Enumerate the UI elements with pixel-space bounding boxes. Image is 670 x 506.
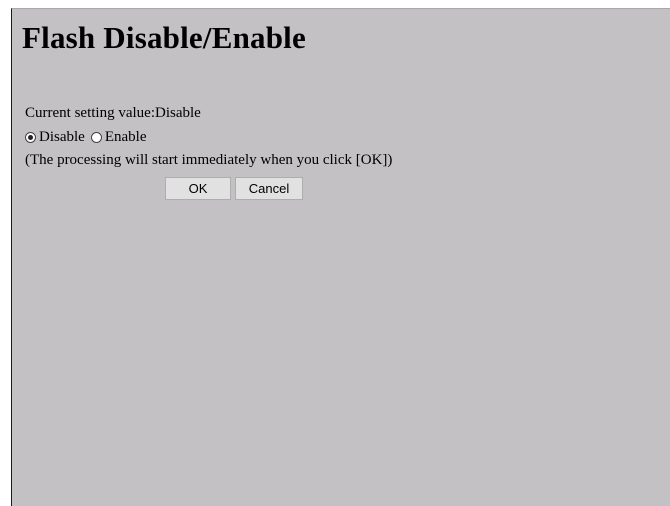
radio-option-disable[interactable]: Disable xyxy=(25,129,85,146)
current-setting-line: Current setting value:Disable xyxy=(25,105,201,122)
cancel-button[interactable]: Cancel xyxy=(235,177,303,200)
content-frame: Flash Disable/Enable Current setting val… xyxy=(11,8,670,506)
current-setting-label: Current setting value xyxy=(25,105,151,121)
flash-option-group: Disable Enable xyxy=(25,129,152,146)
radio-enable[interactable] xyxy=(90,132,102,143)
current-setting-value: Disable xyxy=(154,105,201,121)
processing-note: (The processing will start immediately w… xyxy=(25,152,393,168)
radio-enable-label: Enable xyxy=(104,129,147,145)
page-title: Flash Disable/Enable xyxy=(22,20,306,55)
button-row: OK Cancel xyxy=(165,177,303,200)
radio-disable[interactable] xyxy=(25,132,36,143)
ok-button[interactable]: OK xyxy=(165,177,231,200)
radio-disable-label: Disable xyxy=(39,129,85,145)
radio-option-enable[interactable]: Enable xyxy=(90,129,147,146)
